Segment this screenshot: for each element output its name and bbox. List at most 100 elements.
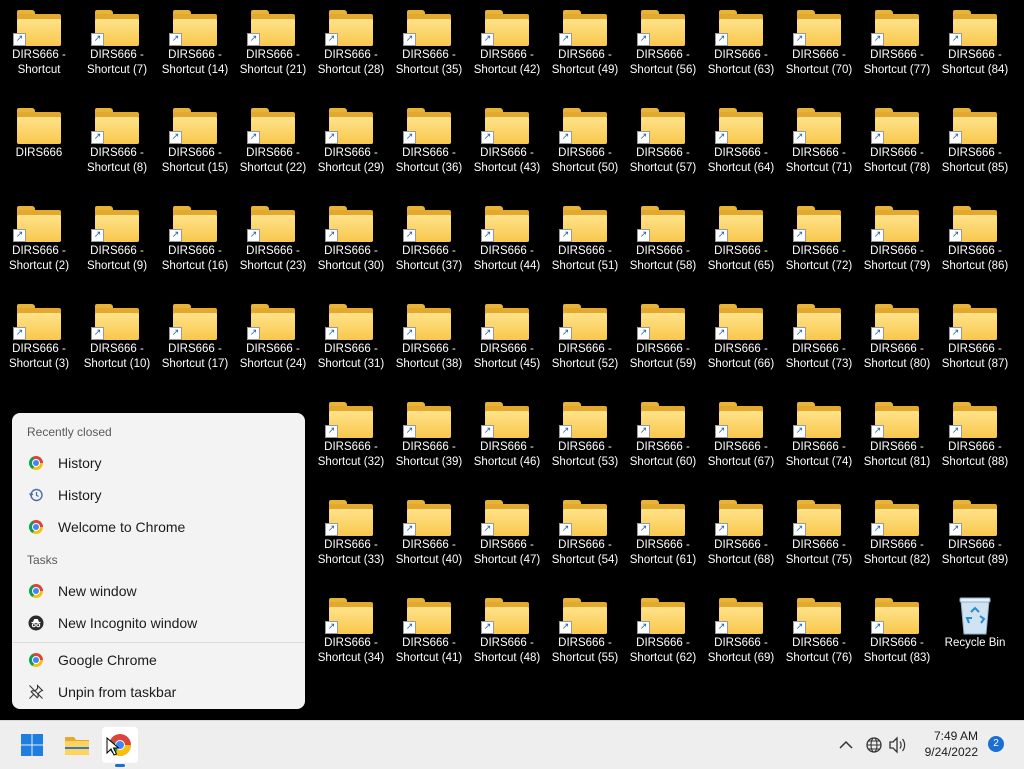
desktop-folder-shortcut[interactable]: ↗ DIRS666 - Shortcut (24) bbox=[234, 294, 312, 392]
desktop-folder-shortcut[interactable]: ↗ DIRS666 - Shortcut (9) bbox=[78, 196, 156, 294]
desktop-folder-shortcut[interactable]: ↗ DIRS666 - Shortcut (7) bbox=[78, 0, 156, 98]
desktop-folder-shortcut[interactable]: ↗ DIRS666 - Shortcut (74) bbox=[780, 392, 858, 490]
desktop-folder-shortcut[interactable]: ↗ DIRS666 - Shortcut (35) bbox=[390, 0, 468, 98]
desktop-folder-shortcut[interactable]: ↗ DIRS666 - Shortcut (79) bbox=[858, 196, 936, 294]
desktop-folder-shortcut[interactable]: ↗ DIRS666 - Shortcut (3) bbox=[0, 294, 78, 392]
desktop-folder-shortcut[interactable]: ↗ DIRS666 - Shortcut (54) bbox=[546, 490, 624, 588]
shortcut-arrow-icon: ↗ bbox=[559, 425, 572, 438]
desktop-folder-shortcut[interactable]: ↗ DIRS666 - Shortcut (40) bbox=[390, 490, 468, 588]
desktop-folder-shortcut[interactable]: ↗ DIRS666 - Shortcut (46) bbox=[468, 392, 546, 490]
start-button[interactable] bbox=[14, 727, 50, 763]
desktop-folder-shortcut[interactable]: ↗ DIRS666 - Shortcut (48) bbox=[468, 588, 546, 686]
desktop-folder-shortcut[interactable]: ↗ DIRS666 - Shortcut (50) bbox=[546, 98, 624, 196]
desktop-folder-shortcut[interactable]: ↗ DIRS666 - Shortcut (60) bbox=[624, 392, 702, 490]
desktop-folder-shortcut[interactable]: ↗ DIRS666 - Shortcut (23) bbox=[234, 196, 312, 294]
notification-badge[interactable]: 2 bbox=[988, 736, 1004, 752]
desktop-folder-shortcut[interactable]: ↗ DIRS666 - Shortcut (72) bbox=[780, 196, 858, 294]
desktop-folder-shortcut[interactable]: ↗ DIRS666 - Shortcut (55) bbox=[546, 588, 624, 686]
desktop-folder-shortcut[interactable]: ↗ DIRS666 - Shortcut bbox=[0, 0, 78, 98]
desktop-folder-shortcut[interactable]: ↗ DIRS666 - Shortcut (65) bbox=[702, 196, 780, 294]
desktop-folder-shortcut[interactable]: ↗ DIRS666 - Shortcut (80) bbox=[858, 294, 936, 392]
task-new-window[interactable]: New window bbox=[16, 576, 301, 606]
desktop-folder-shortcut[interactable]: ↗ DIRS666 - Shortcut (32) bbox=[312, 392, 390, 490]
desktop-folder-shortcut[interactable]: ↗ DIRS666 - Shortcut (66) bbox=[702, 294, 780, 392]
desktop-folder-shortcut[interactable]: ↗ DIRS666 - Shortcut (22) bbox=[234, 98, 312, 196]
desktop-folder-shortcut[interactable]: ↗ DIRS666 - Shortcut (34) bbox=[312, 588, 390, 686]
desktop-folder-shortcut[interactable]: ↗ DIRS666 - Shortcut (2) bbox=[0, 196, 78, 294]
desktop-folder-shortcut[interactable]: ↗ DIRS666 - Shortcut (71) bbox=[780, 98, 858, 196]
desktop-folder-shortcut[interactable]: ↗ DIRS666 - Shortcut (33) bbox=[312, 490, 390, 588]
recent-item-welcome-to-chrome[interactable]: Welcome to Chrome bbox=[16, 512, 301, 542]
shortcut-arrow-icon: ↗ bbox=[481, 425, 494, 438]
desktop-folder-shortcut[interactable]: ↗ DIRS666 - Shortcut (81) bbox=[858, 392, 936, 490]
desktop-folder-shortcut[interactable]: ↗ DIRS666 - Shortcut (47) bbox=[468, 490, 546, 588]
desktop-folder-shortcut[interactable]: ↗ DIRS666 - Shortcut (28) bbox=[312, 0, 390, 98]
desktop-folder-shortcut[interactable]: ↗ DIRS666 - Shortcut (56) bbox=[624, 0, 702, 98]
desktop-folder-shortcut[interactable]: ↗ DIRS666 - Shortcut (68) bbox=[702, 490, 780, 588]
desktop-folder-shortcut[interactable]: ↗ DIRS666 - Shortcut (53) bbox=[546, 392, 624, 490]
desktop-folder-shortcut[interactable]: ↗ DIRS666 - Shortcut (67) bbox=[702, 392, 780, 490]
desktop-folder-shortcut[interactable]: ↗ DIRS666 - Shortcut (70) bbox=[780, 0, 858, 98]
desktop-folder-shortcut[interactable]: ↗ DIRS666 - Shortcut (21) bbox=[234, 0, 312, 98]
recent-item-history-2[interactable]: History bbox=[16, 480, 301, 510]
icon-label: DIRS666 - Shortcut (64) bbox=[707, 147, 775, 174]
icon-label: DIRS666 - Shortcut (8) bbox=[86, 147, 148, 174]
desktop-folder-shortcut[interactable]: ↗ DIRS666 - Shortcut (82) bbox=[858, 490, 936, 588]
desktop-folder-shortcut[interactable]: ↗ DIRS666 - Shortcut (8) bbox=[78, 98, 156, 196]
desktop-folder-shortcut[interactable]: ↗ DIRS666 - Shortcut (36) bbox=[390, 98, 468, 196]
task-new-incognito-window[interactable]: New Incognito window bbox=[16, 608, 301, 638]
desktop-folder-shortcut[interactable]: ↗ DIRS666 - Shortcut (37) bbox=[390, 196, 468, 294]
desktop-folder-shortcut[interactable]: ↗ DIRS666 - Shortcut (39) bbox=[390, 392, 468, 490]
recycle-bin[interactable]: Recycle Bin bbox=[936, 588, 1014, 686]
desktop-folder-shortcut[interactable]: ↗ DIRS666 - Shortcut (17) bbox=[156, 294, 234, 392]
desktop-folder-shortcut[interactable]: ↗ DIRS666 - Shortcut (43) bbox=[468, 98, 546, 196]
desktop-folder-shortcut[interactable]: ↗ DIRS666 - Shortcut (61) bbox=[624, 490, 702, 588]
desktop-folder-shortcut[interactable]: ↗ DIRS666 - Shortcut (78) bbox=[858, 98, 936, 196]
open-google-chrome[interactable]: Google Chrome bbox=[16, 645, 301, 675]
shortcut-arrow-icon: ↗ bbox=[481, 229, 494, 242]
desktop-folder-shortcut[interactable]: ↗ DIRS666 - Shortcut (14) bbox=[156, 0, 234, 98]
desktop-folder-shortcut[interactable]: ↗ DIRS666 - Shortcut (83) bbox=[858, 588, 936, 686]
desktop-folder-shortcut[interactable]: ↗ DIRS666 - Shortcut (77) bbox=[858, 0, 936, 98]
desktop-folder-shortcut[interactable]: ↗ DIRS666 - Shortcut (85) bbox=[936, 98, 1014, 196]
desktop-folder-shortcut[interactable]: ↗ DIRS666 - Shortcut (86) bbox=[936, 196, 1014, 294]
desktop-folder-shortcut[interactable]: ↗ DIRS666 - Shortcut (73) bbox=[780, 294, 858, 392]
desktop-folder-shortcut[interactable]: ↗ DIRS666 - Shortcut (10) bbox=[78, 294, 156, 392]
desktop-folder-shortcut[interactable]: ↗ DIRS666 - Shortcut (59) bbox=[624, 294, 702, 392]
desktop-folder-shortcut[interactable]: ↗ DIRS666 - Shortcut (84) bbox=[936, 0, 1014, 98]
desktop-folder-shortcut[interactable]: ↗ DIRS666 - Shortcut (88) bbox=[936, 392, 1014, 490]
desktop-folder-shortcut[interactable]: ↗ DIRS666 - Shortcut (58) bbox=[624, 196, 702, 294]
icon-label: DIRS666 - Shortcut (48) bbox=[473, 637, 541, 664]
desktop-folder-shortcut[interactable]: ↗ DIRS666 - Shortcut (41) bbox=[390, 588, 468, 686]
desktop-folder-shortcut[interactable]: ↗ DIRS666 - Shortcut (62) bbox=[624, 588, 702, 686]
recent-item-history[interactable]: History bbox=[16, 448, 301, 478]
desktop-folder-shortcut[interactable]: ↗ DIRS666 - Shortcut (89) bbox=[936, 490, 1014, 588]
desktop-folder-shortcut[interactable]: ↗ DIRS666 - Shortcut (30) bbox=[312, 196, 390, 294]
desktop-folder-shortcut[interactable]: ↗ DIRS666 - Shortcut (51) bbox=[546, 196, 624, 294]
network-button[interactable] bbox=[862, 727, 886, 763]
desktop-folder-shortcut[interactable]: ↗ DIRS666 - Shortcut (31) bbox=[312, 294, 390, 392]
desktop-folder-shortcut[interactable]: ↗ DIRS666 - Shortcut (42) bbox=[468, 0, 546, 98]
desktop-folder-shortcut[interactable]: DIRS666 bbox=[0, 98, 78, 196]
desktop-folder-shortcut[interactable]: ↗ DIRS666 - Shortcut (87) bbox=[936, 294, 1014, 392]
desktop-folder-shortcut[interactable]: ↗ DIRS666 - Shortcut (16) bbox=[156, 196, 234, 294]
unpin-from-taskbar[interactable]: Unpin from taskbar bbox=[16, 677, 301, 707]
desktop-folder-shortcut[interactable]: ↗ DIRS666 - Shortcut (29) bbox=[312, 98, 390, 196]
desktop-folder-shortcut[interactable]: ↗ DIRS666 - Shortcut (64) bbox=[702, 98, 780, 196]
clock[interactable]: 7:49 AM 9/24/2022 bbox=[902, 728, 978, 760]
shortcut-arrow-icon: ↗ bbox=[793, 327, 806, 340]
desktop-folder-shortcut[interactable]: ↗ DIRS666 - Shortcut (15) bbox=[156, 98, 234, 196]
desktop-folder-shortcut[interactable]: ↗ DIRS666 - Shortcut (44) bbox=[468, 196, 546, 294]
show-hidden-icons-button[interactable] bbox=[834, 727, 858, 763]
desktop-folder-shortcut[interactable]: ↗ DIRS666 - Shortcut (52) bbox=[546, 294, 624, 392]
desktop-folder-shortcut[interactable]: ↗ DIRS666 - Shortcut (69) bbox=[702, 588, 780, 686]
desktop-folder-shortcut[interactable]: ↗ DIRS666 - Shortcut (57) bbox=[624, 98, 702, 196]
desktop-folder-shortcut[interactable]: ↗ DIRS666 - Shortcut (49) bbox=[546, 0, 624, 98]
desktop-folder-shortcut[interactable]: ↗ DIRS666 - Shortcut (38) bbox=[390, 294, 468, 392]
desktop-folder-shortcut[interactable]: ↗ DIRS666 - Shortcut (75) bbox=[780, 490, 858, 588]
desktop-folder-shortcut[interactable]: ↗ DIRS666 - Shortcut (45) bbox=[468, 294, 546, 392]
desktop-folder-shortcut[interactable]: ↗ DIRS666 - Shortcut (76) bbox=[780, 588, 858, 686]
icon-label: DIRS666 - Shortcut (16) bbox=[161, 245, 229, 272]
desktop-folder-shortcut[interactable]: ↗ DIRS666 - Shortcut (63) bbox=[702, 0, 780, 98]
file-explorer-button[interactable] bbox=[59, 727, 95, 763]
